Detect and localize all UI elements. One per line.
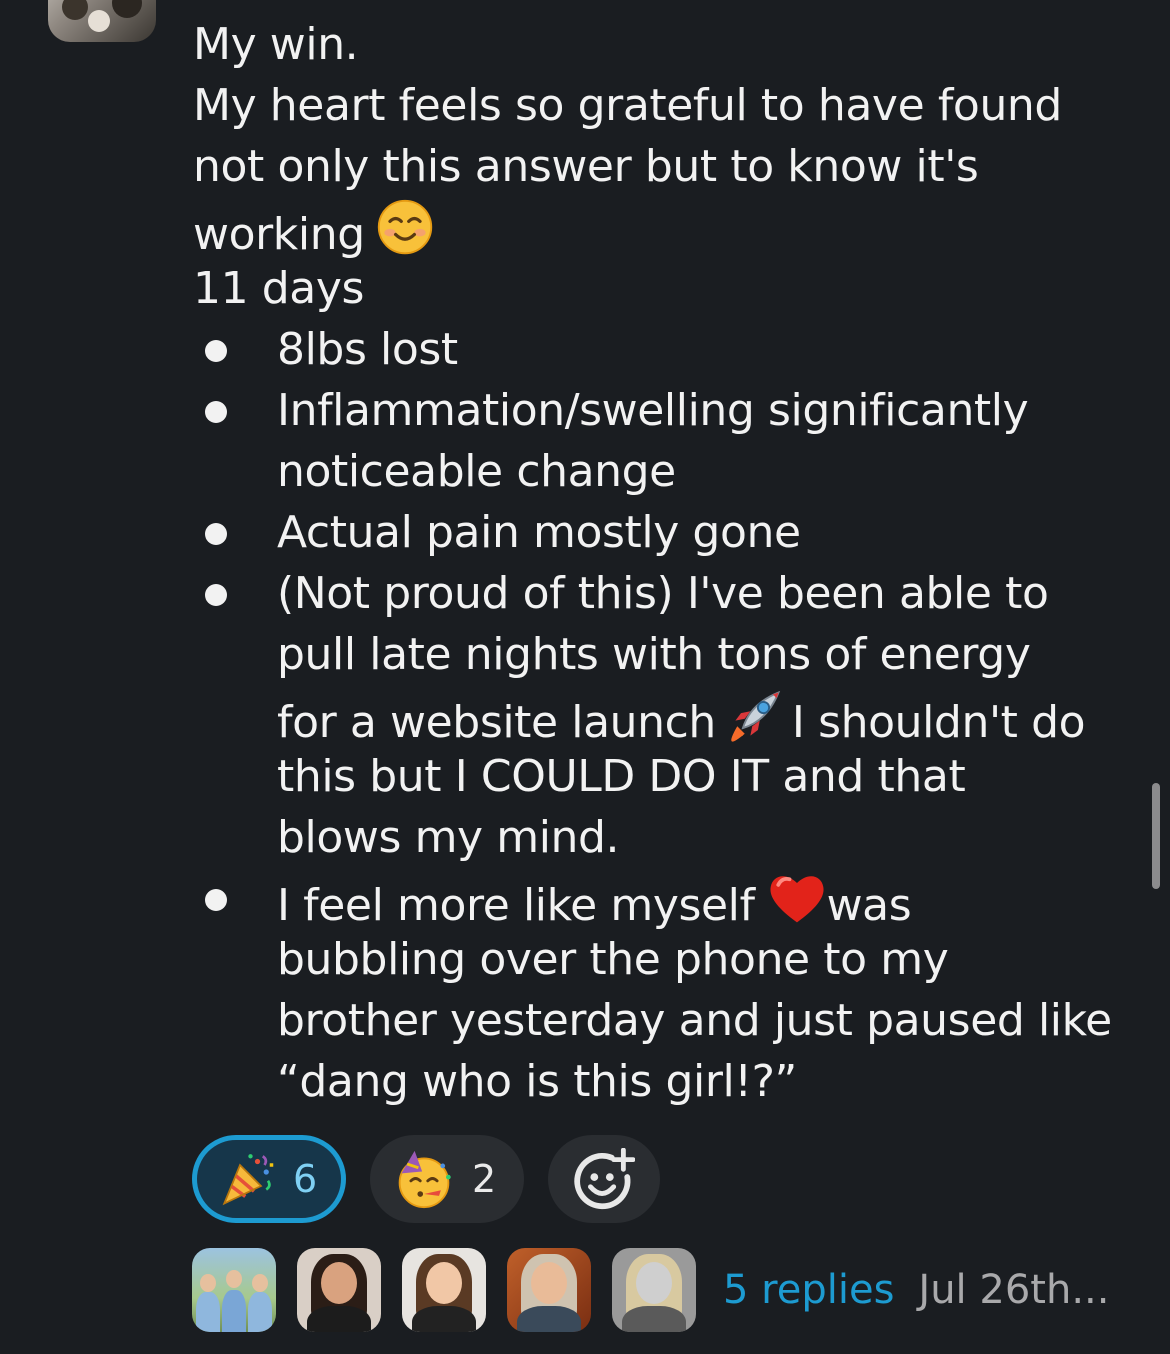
scrollbar[interactable] [1152, 783, 1160, 889]
add-reaction-icon [574, 1148, 635, 1210]
bullet-line-rocket: for a website launch I shouldn't do [277, 685, 1133, 748]
last-reply-timestamp: Jul 26th... [918, 1267, 1110, 1313]
bullet-item: I feel more like myself was bubbling ove… [193, 868, 1133, 1112]
bullet-text: I feel more like myself [277, 880, 755, 931]
message-line-text: working [193, 209, 365, 260]
partying-face-icon [398, 1150, 451, 1209]
bullet-icon [205, 523, 227, 545]
reaction-count: 6 [293, 1157, 318, 1201]
smiling-face-icon [377, 199, 432, 255]
bullet-text: bubbling over the phone to my [277, 934, 949, 985]
message-line: My win. [193, 19, 359, 70]
bullet-text: this but I COULD DO IT and that [277, 751, 966, 802]
reaction-count: 2 [472, 1157, 497, 1201]
bullet-text: (Not proud of this) I've been able to [277, 568, 1049, 619]
red-heart-icon [770, 876, 824, 923]
message-line: My heart feels so grateful to have found [193, 80, 1062, 131]
bullet-text: noticeable change [277, 446, 676, 497]
bullet-text: pull late nights with tons of energy [277, 629, 1031, 680]
reply-avatar [507, 1248, 591, 1332]
reply-avatar [612, 1248, 696, 1332]
replies-count-link[interactable]: 5 replies [723, 1267, 894, 1313]
reply-avatar [192, 1248, 276, 1332]
bullet-text: Actual pain mostly gone [277, 507, 801, 558]
bullet-text: I shouldn't do [791, 697, 1086, 748]
bullet-line-heart: I feel more like myself was [277, 868, 1133, 931]
bullet-text: was [826, 880, 912, 931]
message-line-working: working [193, 197, 1133, 260]
bullet-text: “dang who is this girl!?” [277, 1056, 797, 1107]
bullet-icon [205, 401, 227, 423]
reply-avatar [297, 1248, 381, 1332]
bullet-icon [205, 889, 227, 911]
party-popper-icon [222, 1154, 274, 1206]
bullet-icon [205, 340, 227, 362]
author-avatar[interactable] [48, 0, 156, 42]
bullet-icon [205, 584, 227, 606]
reactions-bar: 6 2 [192, 1135, 660, 1223]
message-line: not only this answer but to know it's [193, 141, 979, 192]
reaction-party-popper[interactable]: 6 [192, 1135, 346, 1223]
bullet-item: Actual pain mostly gone [193, 502, 1133, 563]
bullet-text: for a website launch [277, 697, 716, 748]
bullet-text: 8lbs lost [277, 324, 458, 375]
bullet-list: 8lbs lost Inflammation/swelling signific… [193, 319, 1133, 1112]
bullet-item: Inflammation/swelling significantly noti… [193, 380, 1133, 502]
bullet-text: brother yesterday and just paused like [277, 995, 1112, 1046]
message-body: My win. My heart feels so grateful to ha… [193, 14, 1133, 1112]
reply-avatar [402, 1248, 486, 1332]
bullet-text: blows my mind. [277, 812, 620, 863]
add-reaction-button[interactable] [548, 1135, 660, 1223]
bullet-item: (Not proud of this) I've been able to pu… [193, 563, 1133, 868]
reaction-partying-face[interactable]: 2 [370, 1135, 524, 1223]
message-days: 11 days [193, 263, 365, 314]
rocket-icon [731, 690, 781, 742]
bullet-text: Inflammation/swelling significantly [277, 385, 1029, 436]
thread-replies[interactable]: 5 replies Jul 26th... [192, 1248, 1109, 1332]
bullet-item: 8lbs lost [193, 319, 1133, 380]
